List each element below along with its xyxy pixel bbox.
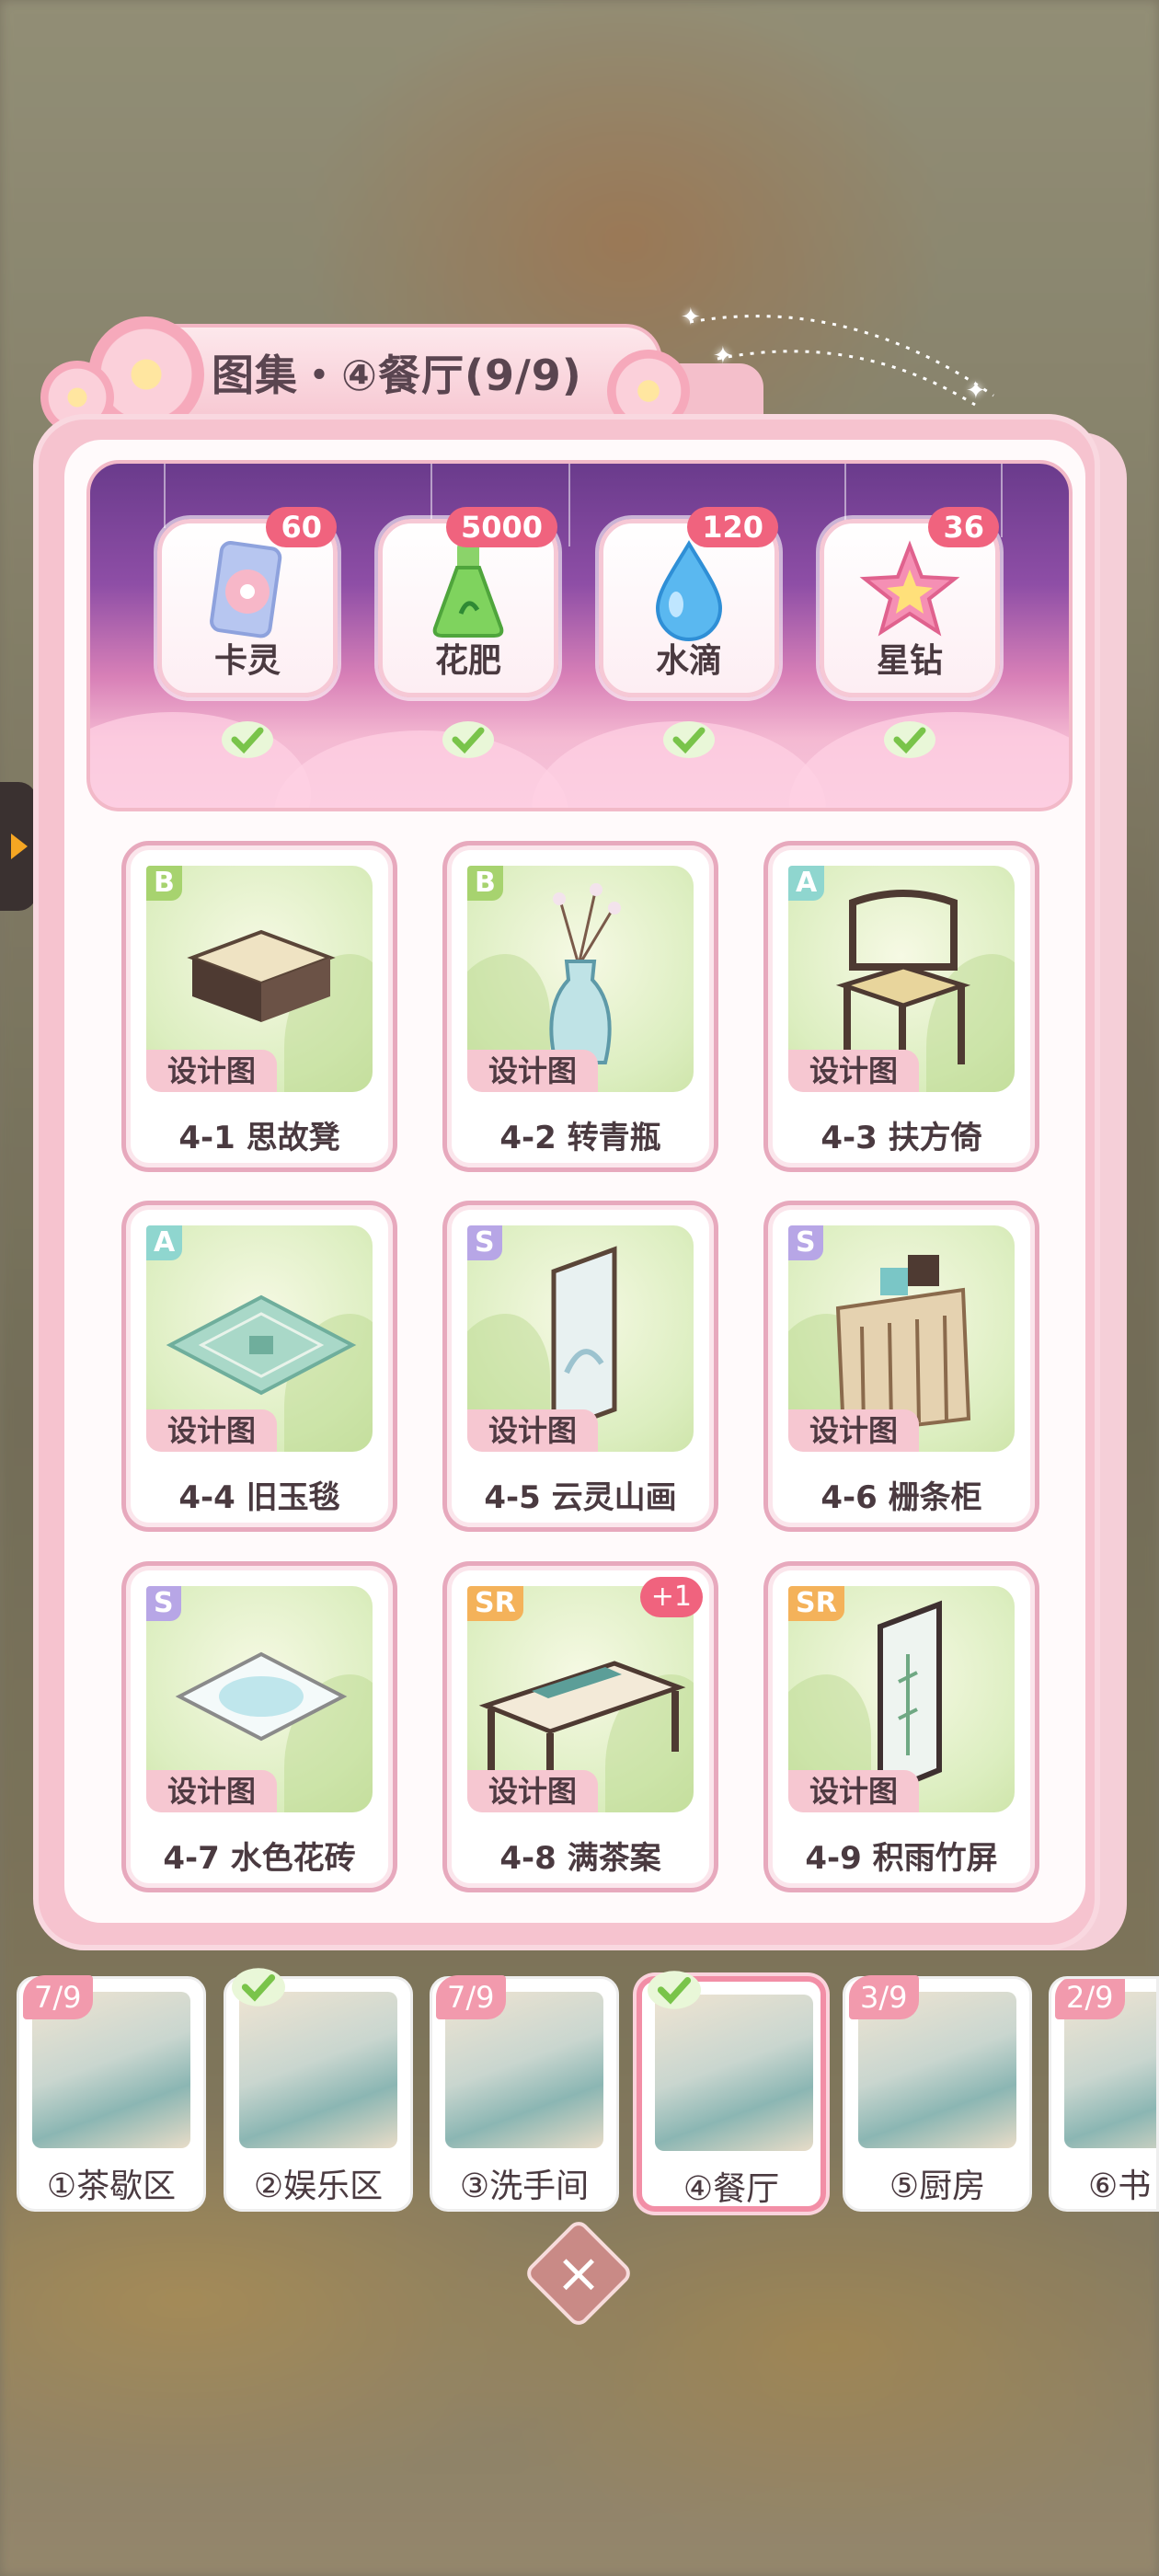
side-drawer-arrow[interactable] [0,782,37,911]
tab-area-2[interactable]: ②娱乐区 [224,1968,413,2212]
item-card[interactable]: SR 设计图 4-9 积雨竹屏 [763,1561,1039,1892]
reward-label: 水滴 [655,642,722,680]
progress-badge: 7/9 [23,1975,93,2019]
extra-count-badge: +1 [639,1577,703,1617]
item-card[interactable]: B 设计图 4-1 思故凳 [121,841,397,1172]
water-drop-icon [645,540,733,645]
tab-label: ⑥书 [1088,2168,1152,2205]
rarity-badge: SR [788,1586,844,1621]
sparkle-icon: ✦ [713,342,733,370]
item-name: 4-1 思故凳 [178,1120,340,1156]
design-tag: 设计图 [146,1409,277,1452]
tab-area-5[interactable]: 3/9 ⑤厨房 [843,1975,1032,2212]
reward-card-spirit[interactable]: 60 卡灵 [157,507,338,697]
area-thumbnail [239,1992,397,2148]
rarity-badge: SR [467,1586,523,1621]
item-card[interactable]: S 设计图 4-7 水色花砖 [121,1561,397,1892]
design-tag: 设计图 [146,1770,277,1812]
item-name: 4-6 栅条柜 [820,1479,982,1516]
complete-check-icon [648,1971,701,2009]
tab-label: ③洗手间 [459,2168,590,2205]
reward-label: 卡灵 [213,642,281,680]
rarity-badge: A [788,866,825,901]
item-name: 4-4 旧玉毯 [178,1479,340,1516]
item-name: 4-7 水色花砖 [163,1840,356,1877]
design-tag: 设计图 [467,1050,598,1092]
tab-area-6[interactable]: 2/9 ⑥书 [1049,1976,1159,2212]
claimed-check-icon [222,721,273,758]
close-icon: × [555,2241,602,2306]
tab-area-1[interactable]: 7/9 ①茶歇区 [17,1975,206,2212]
design-tag: 设计图 [788,1770,919,1812]
item-card[interactable]: B 设计图 4-2 转青瓶 [442,841,718,1172]
rarity-badge: A [146,1225,183,1260]
item-name: 4-5 云灵山画 [484,1479,677,1516]
sparkle-icon: ✦ [681,304,701,331]
design-tag: 设计图 [467,1409,598,1452]
item-name: 4-3 扶方倚 [820,1120,982,1156]
reward-count: 120 [687,507,778,547]
rarity-badge: B [146,866,182,901]
progress-badge: 3/9 [849,1975,919,2019]
rarity-badge: S [788,1225,823,1260]
rarity-badge: S [146,1586,181,1621]
reward-label: 星钻 [876,642,943,680]
tab-area-4[interactable]: ④餐厅 [637,1971,826,2212]
sparkle-icon: ✦ [966,377,986,405]
item-card[interactable]: S 设计图 4-5 云灵山画 [442,1201,718,1532]
reward-count: 60 [266,507,337,547]
item-name: 4-8 满茶案 [499,1840,661,1877]
item-card[interactable]: A 设计图 4-3 扶方倚 [763,841,1039,1172]
reward-label: 花肥 [434,642,501,680]
design-tag: 设计图 [788,1409,919,1452]
tab-area-3[interactable]: 7/9 ③洗手间 [430,1975,619,2212]
item-card[interactable]: SR +1 设计图 4-8 满茶案 [442,1561,718,1892]
complete-check-icon [232,1968,285,2007]
tab-label: ④餐厅 [683,2170,780,2208]
rarity-badge: S [467,1225,502,1260]
tab-label: ①茶歇区 [46,2168,177,2205]
reward-fertilizer[interactable]: 5000 花肥 [378,507,558,697]
fertilizer-flask-icon [424,540,512,645]
card-spirit-icon [203,540,292,645]
progress-badge: 2/9 [1055,1979,1125,2019]
item-name: 4-2 转青瓶 [499,1120,661,1156]
sparkle-string-decoration [689,315,994,407]
claimed-check-icon [442,721,494,758]
tab-label: ②娱乐区 [253,2168,384,2205]
page-title: 图集・④餐厅(9/9) [212,351,582,400]
claimed-check-icon [663,721,715,758]
reward-water-drop[interactable]: 120 水滴 [599,507,779,697]
rarity-badge: B [467,866,503,901]
design-tag: 设计图 [146,1050,277,1092]
tab-label: ⑤厨房 [889,2168,986,2205]
design-tag: 设计图 [788,1050,919,1092]
item-name: 4-9 积雨竹屏 [805,1840,998,1877]
design-tag: 设计图 [467,1770,598,1812]
area-thumbnail [655,1995,813,2151]
claimed-check-icon [884,721,935,758]
item-card[interactable]: S 设计图 4-6 栅条柜 [763,1201,1039,1532]
star-diamond-icon [859,540,960,645]
item-card[interactable]: A 设计图 4-4 旧玉毯 [121,1201,397,1532]
reward-count: 5000 [445,507,557,547]
reward-star-diamond[interactable]: 36 星钻 [820,507,1000,697]
progress-badge: 7/9 [436,1975,506,2019]
reward-count: 36 [928,507,999,547]
